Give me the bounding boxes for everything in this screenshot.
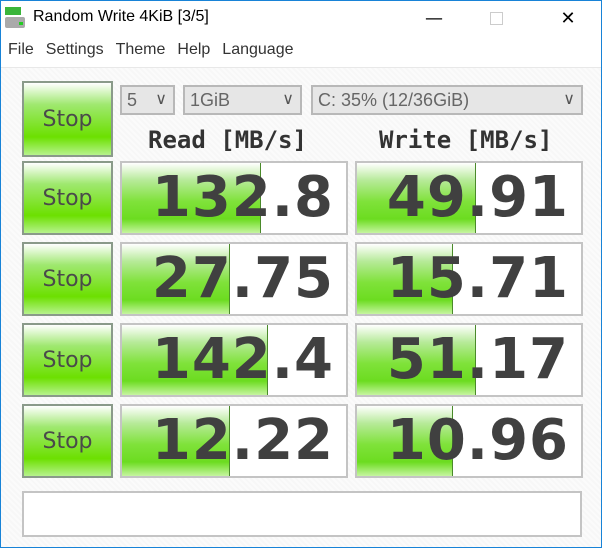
maximize-button[interactable]: [473, 1, 519, 35]
menu-bar: File Settings Theme Help Language: [1, 41, 297, 67]
read-value: 12.22: [151, 408, 334, 473]
status-bar: [22, 491, 582, 537]
read-result: 142.4: [120, 323, 348, 397]
menu-settings[interactable]: Settings: [38, 41, 108, 67]
drive-value: C: 35% (12/36GiB): [318, 90, 470, 110]
write-value: 51.17: [386, 327, 569, 392]
write-value: 10.96: [386, 408, 569, 473]
stop-all-button[interactable]: Stop: [22, 81, 113, 157]
stop-button[interactable]: Stop: [22, 323, 113, 397]
menu-theme[interactable]: Theme: [108, 41, 170, 67]
read-result: 132.8: [120, 161, 348, 235]
read-header: Read [MB/s]: [148, 126, 307, 154]
read-value: 27.75: [151, 246, 334, 311]
close-button[interactable]: ✕: [545, 1, 591, 35]
count-select[interactable]: 5 ∨: [120, 85, 175, 115]
maximize-icon: [489, 11, 503, 25]
size-value: 1GiB: [190, 90, 231, 110]
count-value: 5: [127, 90, 138, 110]
write-header: Write [MB/s]: [379, 126, 553, 154]
chevron-down-icon: ∨: [155, 91, 167, 108]
write-result: 51.17: [355, 323, 583, 397]
write-value: 15.71: [386, 246, 569, 311]
chevron-down-icon: ∨: [282, 91, 294, 108]
title-bar: Random Write 4KiB [3/5] — ✕: [1, 1, 601, 35]
stop-button[interactable]: Stop: [22, 404, 113, 478]
write-value: 49.91: [386, 165, 569, 230]
minimize-button[interactable]: —: [411, 1, 457, 35]
menu-file[interactable]: File: [1, 41, 38, 67]
read-result: 12.22: [120, 404, 348, 478]
write-result: 15.71: [355, 242, 583, 316]
read-value: 132.8: [151, 165, 334, 230]
read-result: 27.75: [120, 242, 348, 316]
menu-language[interactable]: Language: [214, 41, 297, 67]
read-value: 142.4: [151, 327, 334, 392]
menu-help[interactable]: Help: [169, 41, 214, 67]
chevron-down-icon: ∨: [563, 91, 575, 108]
app-window: Random Write 4KiB [3/5] — ✕ File Setting…: [0, 0, 602, 548]
app-disk-icon: [5, 7, 25, 29]
size-select[interactable]: 1GiB ∨: [183, 85, 302, 115]
write-result: 49.91: [355, 161, 583, 235]
window-title: Random Write 4KiB [3/5]: [33, 8, 209, 25]
stop-button[interactable]: Stop: [22, 242, 113, 316]
close-icon: ✕: [560, 7, 576, 29]
write-result: 10.96: [355, 404, 583, 478]
minimize-icon: —: [425, 7, 443, 29]
stop-button[interactable]: Stop: [22, 161, 113, 235]
drive-select[interactable]: C: 35% (12/36GiB) ∨: [311, 85, 583, 115]
